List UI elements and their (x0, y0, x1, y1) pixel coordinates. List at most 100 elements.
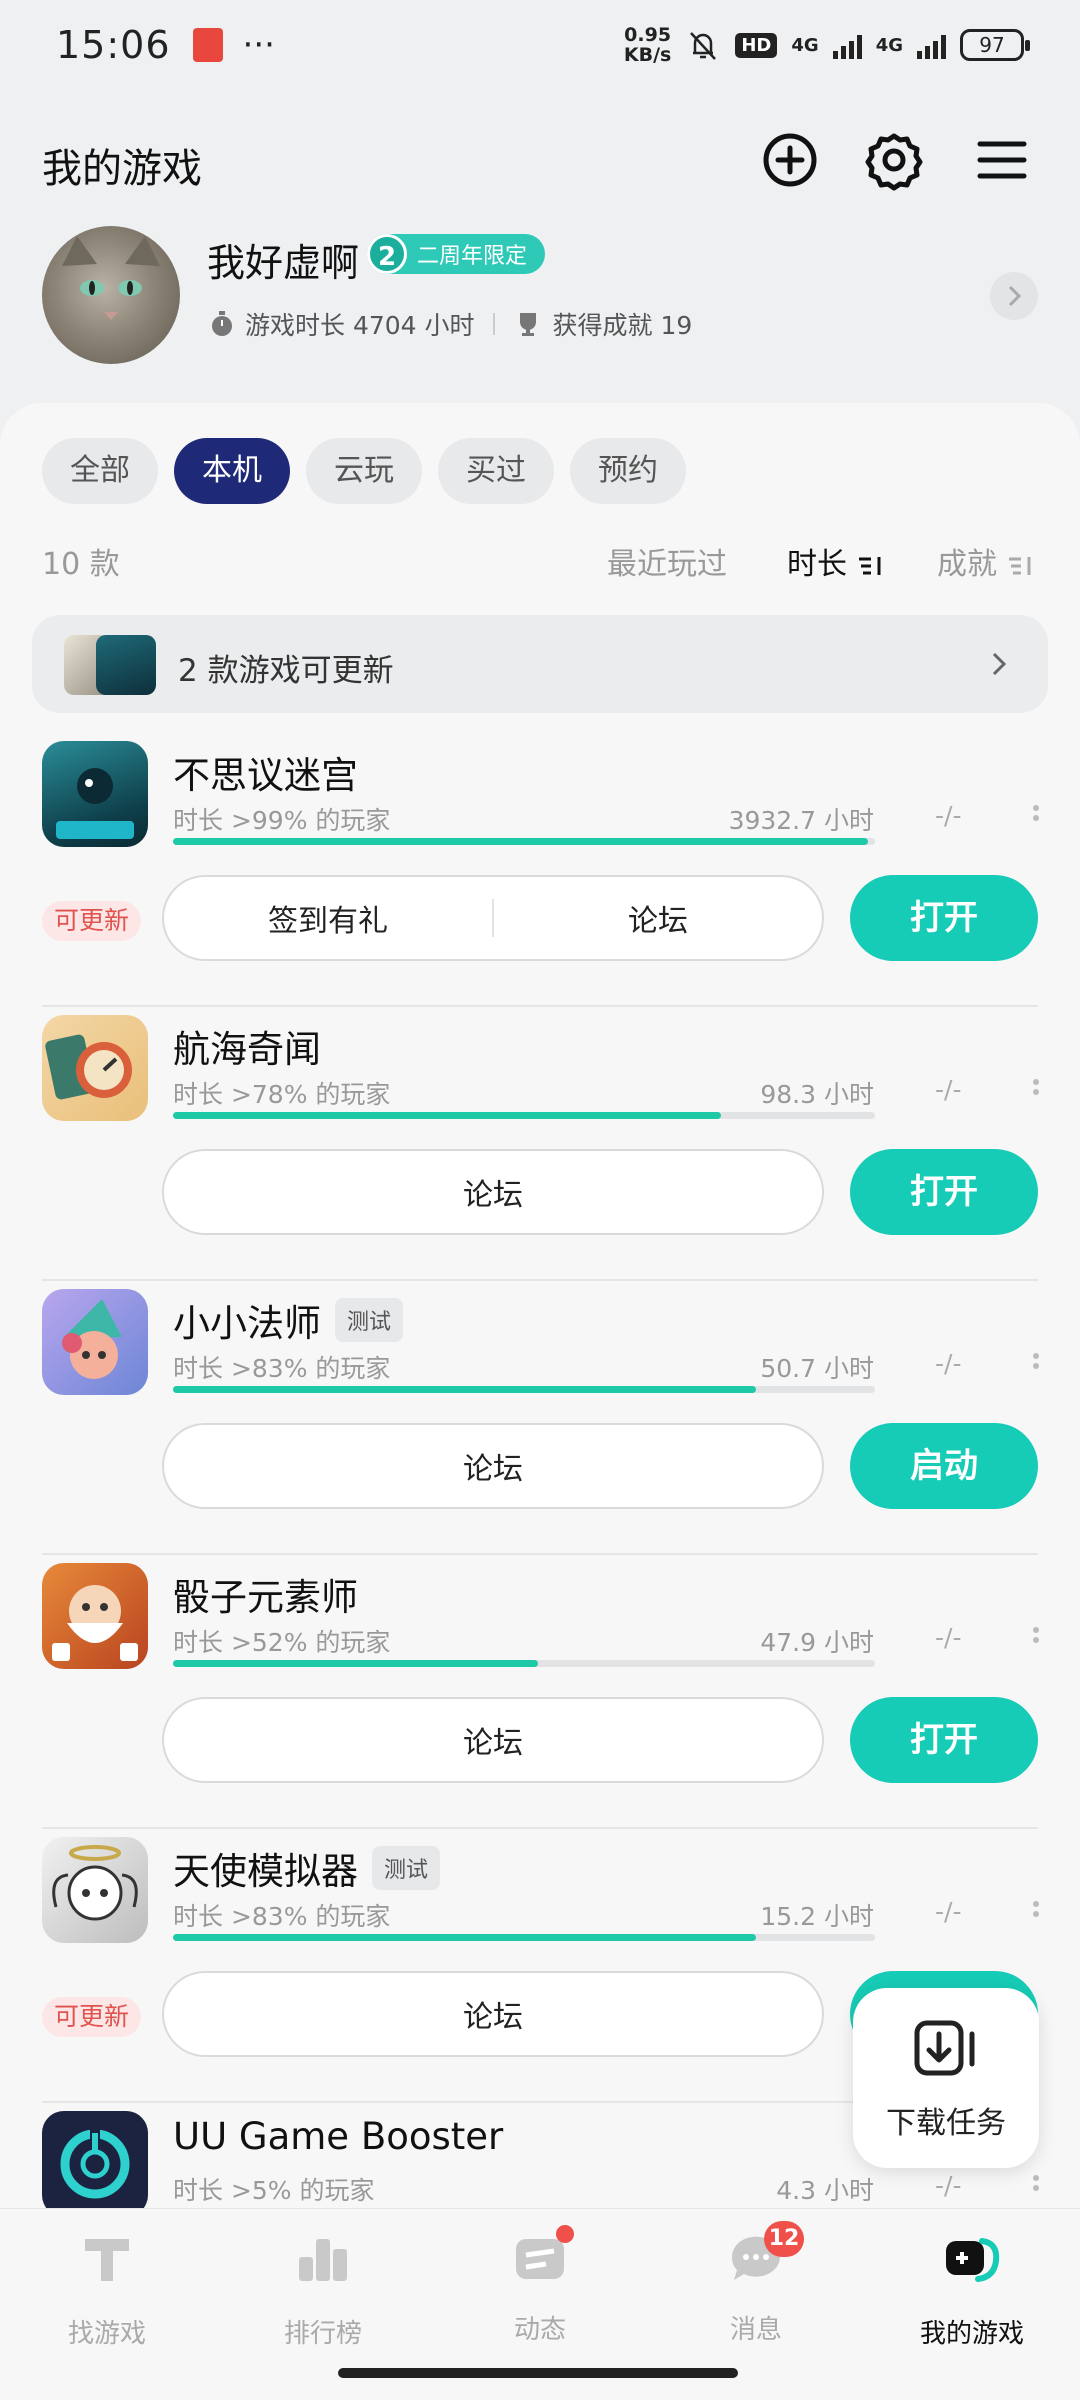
trophy-icon (519, 313, 536, 336)
playtime-progress (173, 1660, 875, 1667)
open-button[interactable]: 打开 (850, 1697, 1038, 1783)
tab-all[interactable]: 全部 (42, 438, 158, 504)
playtime-progress (173, 1112, 875, 1119)
game-icon[interactable] (42, 1289, 148, 1395)
more-icon[interactable] (1031, 1079, 1041, 1105)
messages-icon-wrap: 12 (726, 2221, 804, 2287)
game-achievement-ratio: -/- (935, 2171, 962, 2200)
home-indicator[interactable] (338, 2368, 738, 2378)
more-icon[interactable] (1031, 805, 1041, 831)
forum-button[interactable]: 论坛 (164, 1718, 822, 1762)
download-task-button[interactable]: 下载任务 (853, 1988, 1039, 2168)
game-name: 天使模拟器 测试 (173, 1841, 441, 1895)
cat-avatar-image (42, 236, 180, 364)
launch-button[interactable]: 启动 (850, 1423, 1038, 1509)
avatar[interactable] (42, 226, 180, 364)
game-hours: 15.2 小时 (760, 1902, 874, 1931)
signal-icon-2 (917, 31, 946, 59)
download-task-label: 下载任务 (886, 2106, 1006, 2141)
menu-icon[interactable] (970, 128, 1034, 192)
game-icon[interactable] (42, 1015, 148, 1121)
sort-recent[interactable]: 最近玩过 (607, 539, 727, 583)
stopwatch-icon (212, 311, 232, 336)
game-name-text: 小小法师 (173, 1302, 321, 1345)
game-hours: 4.3 小时 (776, 2176, 874, 2205)
more-icon[interactable] (1031, 1353, 1041, 1379)
game-icon[interactable] (42, 741, 148, 847)
badge-text: 二周年限定 (417, 244, 528, 269)
filter-tabs: 全部 本机 云玩 买过 预约 (42, 438, 686, 504)
game-name: 不思议迷宫 (173, 745, 358, 799)
tab-cloud[interactable]: 云玩 (306, 438, 422, 504)
game-name: 骰子元素师 (173, 1567, 358, 1621)
test-tag: 测试 (372, 1846, 441, 1890)
forum-button[interactable]: 论坛 (164, 1444, 822, 1488)
more-icon[interactable] (1031, 2175, 1041, 2201)
game-percentile: 时长 >83% 的玩家 (173, 1354, 391, 1383)
network-type-1: 4G (791, 34, 819, 56)
game-percentile: 时长 >5% 的玩家 (173, 2176, 375, 2205)
game-icon[interactable] (42, 1837, 148, 1943)
sort-desc-icon (858, 556, 881, 575)
forum-button[interactable]: 论坛 (164, 1992, 822, 2036)
open-button[interactable]: 打开 (850, 1149, 1038, 1235)
progress-fill (173, 838, 868, 845)
profile-card[interactable]: 我好虚啊 2 二周年限定 游戏时长 4704 小时 获得成就 19 (42, 226, 1038, 366)
update-tag: 可更新 (42, 1997, 142, 2037)
sort-achievement-label: 成就 (937, 547, 997, 582)
game-item: 不思议迷宫 时长 >99% 的玩家 3932.7 小时 -/- 可更新 签到有礼… (0, 733, 1080, 1007)
progress-fill (173, 1386, 756, 1393)
more-icon[interactable] (1031, 1901, 1041, 1927)
game-icon[interactable] (42, 1563, 148, 1669)
game-achievement-ratio: -/- (935, 1897, 962, 1926)
signal-icon (832, 31, 862, 59)
game-hours: 98.3 小时 (760, 1080, 874, 1109)
my-games-icon (946, 2238, 1000, 2282)
game-name-text: 骰子元素师 (173, 1576, 358, 1619)
open-button[interactable]: 打开 (850, 875, 1038, 961)
speed-unit: KB/s (623, 44, 672, 66)
game-percentile: 时长 >99% 的玩家 (173, 806, 391, 835)
download-icon (914, 2020, 975, 2076)
nav-ranking[interactable]: 排行榜 (248, 2231, 398, 2350)
game-name: 航海奇闻 (173, 1019, 321, 1073)
tab-reserved[interactable]: 预约 (570, 438, 686, 504)
sort-achievement[interactable]: 成就 (937, 539, 1033, 583)
feed-icon-wrap (510, 2225, 574, 2287)
tab-purchased[interactable]: 买过 (438, 438, 554, 504)
forum-button[interactable]: 论坛 (494, 896, 822, 940)
nav-my-games[interactable]: 我的游戏 (897, 2231, 1047, 2350)
forum-button[interactable]: 论坛 (164, 1170, 822, 1214)
page-title: 我的游戏 (42, 146, 202, 192)
action-group: 论坛 (162, 1423, 824, 1509)
game-item: 骰子元素师 时长 >52% 的玩家 47.9 小时 -/- 论坛 打开 (0, 1555, 1080, 1829)
add-icon[interactable] (758, 128, 822, 192)
anniversary-badge: 2 二周年限定 (367, 234, 546, 274)
speed-value: 0.95 (624, 24, 672, 46)
tab-local[interactable]: 本机 (174, 438, 290, 504)
network-speed: 0.95 KB/s (624, 25, 671, 65)
gear-icon[interactable] (862, 128, 926, 192)
ranking-icon (299, 2239, 347, 2281)
nav-find-games[interactable]: 找游戏 (32, 2231, 182, 2350)
red-packet-icon (192, 28, 223, 62)
update-banner-text: 2 款游戏可更新 (178, 653, 394, 689)
action-group: 论坛 (162, 1149, 824, 1235)
update-banner[interactable]: 2 款游戏可更新 (32, 615, 1048, 713)
chevron-right-icon (992, 652, 1007, 676)
game-item: 航海奇闻 时长 >78% 的玩家 98.3 小时 -/- 论坛 打开 (0, 1007, 1080, 1281)
more-notifications-icon: ··· (242, 25, 275, 65)
game-achievement-ratio: -/- (935, 1349, 962, 1378)
sort-duration-label: 时长 (787, 547, 847, 582)
nav-feed[interactable]: 动态 (465, 2225, 615, 2346)
profile-stats: 游戏时长 4704 小时 获得成就 19 (207, 306, 692, 342)
checkin-button[interactable]: 签到有礼 (164, 896, 492, 940)
nav-label: 排行榜 (283, 2319, 362, 2349)
profile-chevron-icon[interactable] (990, 272, 1038, 320)
sort-duration[interactable]: 时长 (787, 539, 883, 583)
game-icon[interactable] (42, 2111, 148, 2208)
nav-messages[interactable]: 12 消息 (681, 2221, 831, 2346)
header: 我的游戏 (0, 128, 1080, 198)
update-game-thumbs (64, 635, 156, 695)
more-icon[interactable] (1031, 1627, 1041, 1653)
